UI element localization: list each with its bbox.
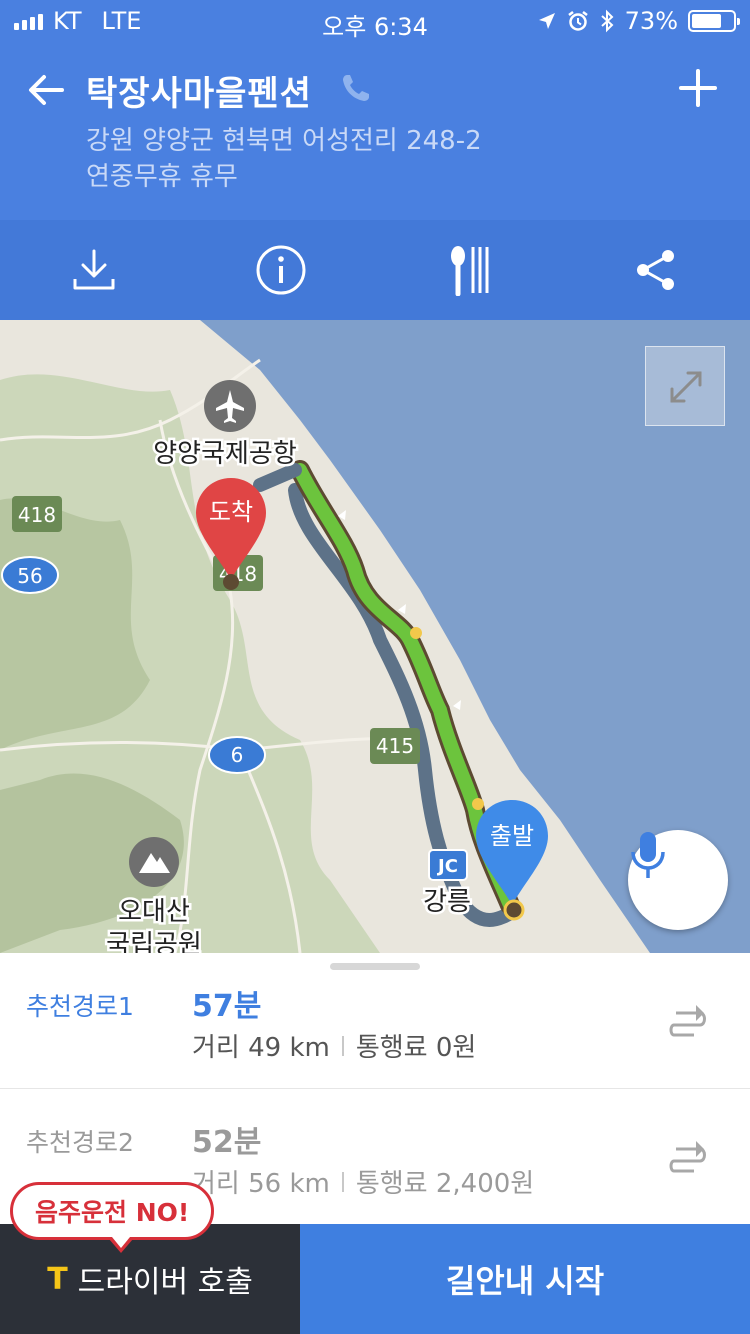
- destination-label: 도착: [209, 498, 253, 526]
- place-header: 탁장사마을펜션 강원 양양군 현북면 어성전리 248-2 연중무휴 휴무: [0, 42, 750, 220]
- place-hours: 연중무휴 휴무: [86, 162, 238, 192]
- route-map[interactable]: 양양국제공항 오대산 국립공원 418 56 418 6 415 JC 강릉 도…: [0, 320, 750, 953]
- call-driver-label: 드라이버 호출: [77, 1265, 253, 1300]
- place-address: 강원 양양군 현북면 어성전리 248-2: [86, 126, 482, 156]
- route-name: 추천경로1: [26, 992, 134, 1021]
- route-shield-415-label: 415: [376, 734, 414, 758]
- expand-icon: [670, 371, 702, 403]
- warning-text: 음주운전 NO!: [35, 1198, 190, 1227]
- microphone-icon: [631, 832, 665, 878]
- route-distance: 거리 56 km: [192, 1169, 330, 1199]
- route-info: 거리 49 km 통행료 0원: [192, 1027, 476, 1064]
- info-icon: [256, 245, 306, 295]
- route-detail-icon[interactable]: [666, 1135, 710, 1179]
- download-button[interactable]: [0, 220, 188, 320]
- clock: 오후 6:34: [322, 13, 428, 41]
- restaurant-icon: [450, 246, 489, 296]
- route-toll: 통행료 2,400원: [355, 1169, 535, 1199]
- location-arrow-icon: [538, 13, 555, 29]
- city-label: 강릉: [423, 887, 471, 917]
- back-arrow-icon[interactable]: [22, 66, 70, 114]
- mountain-icon: [129, 837, 179, 887]
- action-toolbar: [0, 220, 750, 320]
- park-label-line2: 국립공원: [106, 930, 202, 953]
- bluetooth-icon: [600, 9, 614, 33]
- route-time: 52분: [192, 1125, 262, 1160]
- alarm-icon: [567, 11, 588, 31]
- start-navigation-label: 길안내 시작: [445, 1262, 605, 1300]
- download-icon: [73, 249, 115, 290]
- airport-label: 양양국제공항: [153, 439, 297, 469]
- place-title: 탁장사마을펜션: [86, 74, 312, 114]
- route-shield-6-label: 6: [231, 743, 244, 767]
- origin-marker[interactable]: 출발: [476, 800, 548, 921]
- drunk-driving-warning-badge: 음주운전 NO!: [10, 1182, 215, 1253]
- route-toll: 통행료 0원: [355, 1033, 477, 1063]
- route-shield-418a-label: 418: [18, 503, 56, 527]
- route-info: 거리 56 km 통행료 2,400원: [192, 1163, 534, 1200]
- jc-label: JC: [436, 856, 458, 877]
- route-detail-icon[interactable]: [666, 999, 710, 1043]
- airport-icon: [204, 380, 256, 432]
- route-time: 57분: [192, 989, 262, 1024]
- voice-search-button[interactable]: [628, 830, 728, 930]
- start-navigation-button[interactable]: 길안내 시작: [300, 1224, 750, 1334]
- route-shield-56-label: 56: [17, 564, 42, 588]
- divider: [341, 1171, 344, 1192]
- phone-icon[interactable]: [338, 70, 374, 106]
- info-button[interactable]: [188, 220, 376, 320]
- share-icon: [637, 250, 675, 290]
- battery-percent: 73%: [624, 7, 678, 35]
- call-driver-button[interactable]: T 드라이버 호출: [0, 1224, 300, 1334]
- battery-icon: [688, 10, 740, 32]
- divider: [341, 1035, 344, 1056]
- origin-label: 출발: [490, 822, 534, 850]
- add-icon[interactable]: [676, 66, 720, 110]
- restaurant-button[interactable]: [375, 220, 563, 320]
- route-name: 추천경로2: [26, 1128, 134, 1157]
- expand-map-button[interactable]: [645, 346, 725, 426]
- status-bar: KT LTE 오후 6:34 73%: [0, 0, 750, 42]
- park-label-line1: 오대산: [118, 897, 190, 927]
- share-button[interactable]: [563, 220, 750, 320]
- tmap-logo-icon: T: [47, 1261, 68, 1297]
- route-option-1[interactable]: 추천경로1 57분 거리 49 km 통행료 0원: [0, 953, 750, 1089]
- route-distance: 거리 49 km: [192, 1033, 330, 1063]
